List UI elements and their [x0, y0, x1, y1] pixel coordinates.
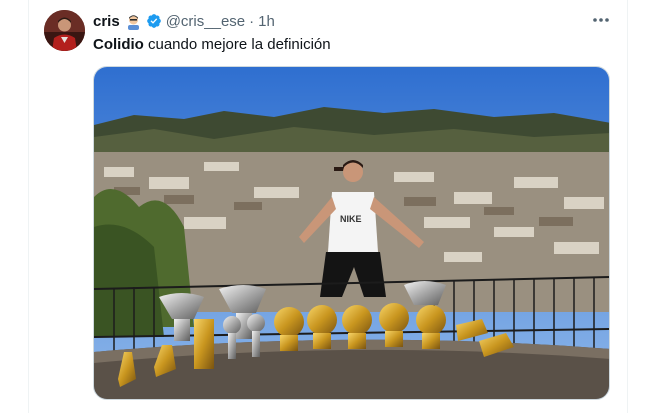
- tweet-header: cris @cris__ese · 1h: [93, 11, 275, 31]
- author-name[interactable]: cris: [93, 13, 120, 30]
- tweet-text-rest: cuando mejore la definición: [143, 36, 331, 53]
- verified-badge-icon: [146, 13, 162, 29]
- avatar[interactable]: [44, 10, 85, 51]
- tweet-photo[interactable]: NIKE: [93, 66, 610, 400]
- tweet[interactable]: cris @cris__ese · 1h Colidio cuando mejo…: [0, 0, 651, 413]
- tweet-text-bold: Colidio: [93, 36, 144, 53]
- svg-text:NIKE: NIKE: [340, 214, 362, 224]
- separator-dot: ·: [249, 12, 255, 30]
- tweet-text: Colidio cuando mejore la definición: [93, 35, 331, 55]
- author-handle[interactable]: @cris__ese: [166, 13, 245, 30]
- person-emoji-icon: [125, 13, 142, 30]
- more-options-icon[interactable]: [589, 10, 613, 30]
- timestamp[interactable]: 1h: [258, 13, 275, 30]
